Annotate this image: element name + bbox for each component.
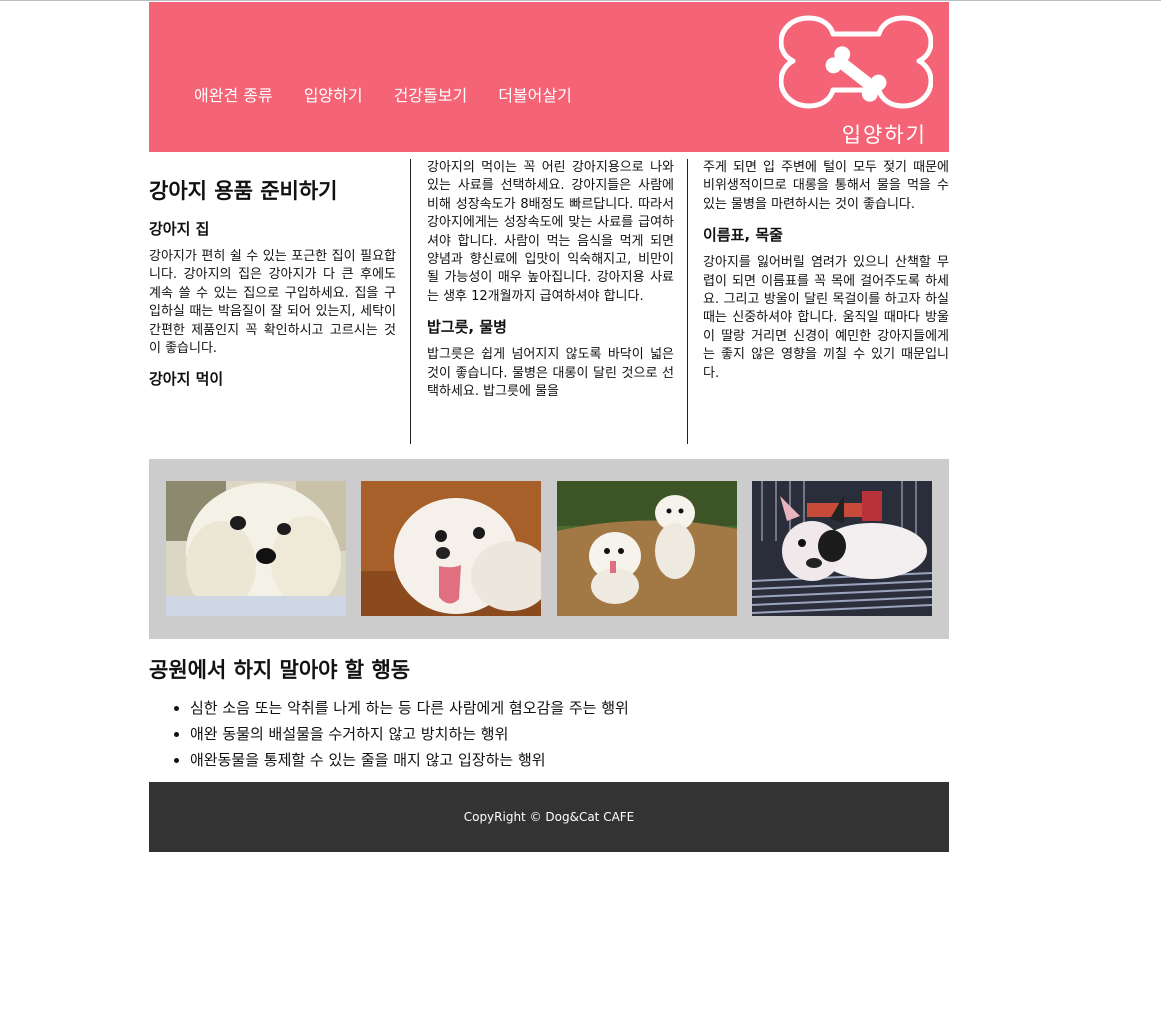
rules-item: 심한 소음 또는 악취를 나게 하는 등 다른 사람에게 혐오감을 주는 행위: [190, 695, 949, 721]
logo-text: 입양하기: [841, 123, 927, 147]
tag-text: 강아지를 잃어버릴 염려가 있으니 산책할 무렵이 되면 이름표를 꼭 목에 걸…: [703, 255, 949, 381]
bone-icon[interactable]: [779, 14, 933, 110]
article-column-1: 강아지 용품 준비하기 강아지 집 강아지가 편히 쉴 수 있는 포근한 집이 …: [149, 159, 396, 444]
rules-title: 공원에서 하지 말아야 할 행동: [149, 658, 411, 682]
article-column-3: 주게 되면 입 주변에 털이 모두 젖기 때문에 비위생적이므로 대롱을 통해서…: [687, 159, 949, 444]
browser-top-border: [0, 0, 1161, 1]
photo-maltese-tongue-out[interactable]: [361, 481, 541, 616]
food-text: 강아지의 먹이는 꼭 어린 강아지용으로 나와있는 사료를 선택하세요. 강아지…: [427, 160, 674, 304]
bowl-heading: 밥그릇, 물병: [427, 318, 507, 337]
photo-maltese-puppy-closeup[interactable]: [166, 481, 346, 616]
house-text: 강아지가 편히 쉴 수 있는 포근한 집이 필요합니다. 강아지의 집은 강아지…: [149, 249, 396, 357]
nav-item-health-care[interactable]: 건강돌보기: [394, 82, 468, 106]
rules-list: 심한 소음 또는 악취를 나게 하는 등 다른 사람에게 혐오감을 주는 행위 …: [149, 695, 949, 773]
site-header: 애완견 종류 입양하기 건강돌보기 더불어살기 입양하기: [149, 2, 949, 152]
site-footer: CopyRight © Dog&Cat CAFE: [149, 782, 949, 852]
nav-item-breeds[interactable]: 애완견 종류: [194, 82, 273, 106]
food-heading: 강아지 먹이: [149, 370, 224, 389]
photo-gallery: [149, 459, 949, 639]
photo-french-bulldog-on-grate[interactable]: [752, 481, 932, 616]
nav-item-living-together[interactable]: 더불어살기: [498, 82, 572, 106]
bowl-text-continued: 주게 되면 입 주변에 털이 모두 젖기 때문에 비위생적이므로 대롱을 통해서…: [703, 160, 949, 212]
page-container: 애완견 종류 입양하기 건강돌보기 더불어살기 입양하기 강아지 용품 준비하기…: [149, 2, 949, 852]
nav-item-adoption[interactable]: 입양하기: [304, 82, 363, 106]
tag-heading: 이름표, 목줄: [703, 226, 783, 245]
rules-item: 애완 동물의 배설물을 수거하지 않고 방치하는 행위: [190, 721, 949, 747]
park-rules-section: 공원에서 하지 말아야 할 행동 심한 소음 또는 악취를 나게 하는 등 다른…: [149, 655, 949, 773]
bowl-text-part1: 밥그릇은 쉽게 넘어지지 않도록 바닥이 넓은 것이 좋습니다. 물병은 대롱이…: [427, 347, 674, 400]
article-column-2: 강아지의 먹이는 꼭 어린 강아지용으로 나와있는 사료를 선택하세요. 강아지…: [410, 159, 674, 444]
article-title: 강아지 용품 준비하기: [149, 179, 338, 203]
main-nav: 애완견 종류 입양하기 건강돌보기 더불어살기: [194, 82, 572, 106]
photo-two-maltese-on-dirt[interactable]: [557, 481, 737, 616]
copyright-text: CopyRight © Dog&Cat CAFE: [463, 810, 635, 824]
rules-item: 애완동물을 통제할 수 있는 줄을 매지 않고 입장하는 행위: [190, 747, 949, 773]
bowl-text: 밥그릇은 쉽게 넘어지지 않도록 바닥이 넓은 것이 좋습니다. 물병은 대롱이…: [427, 346, 674, 401]
article-columns: 강아지 용품 준비하기 강아지 집 강아지가 편히 쉴 수 있는 포근한 집이 …: [149, 159, 949, 444]
house-heading: 강아지 집: [149, 220, 210, 238]
